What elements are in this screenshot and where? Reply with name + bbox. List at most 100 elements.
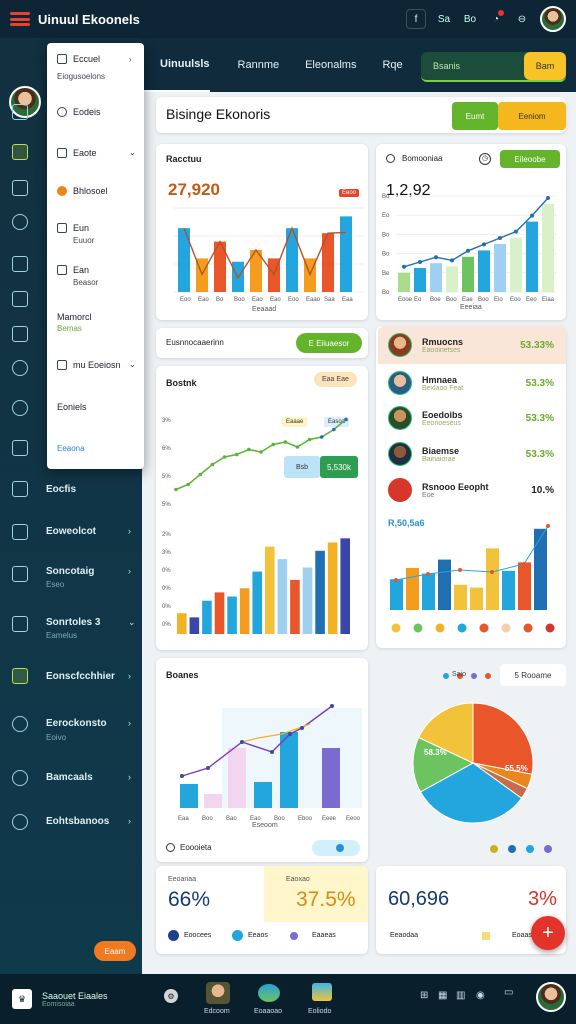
chevron-down-icon[interactable]: ⌄ [129,360,136,369]
dropdown-item-6[interactable]: Ean [57,265,89,275]
tick-label: Bo [216,297,224,303]
user-avatar[interactable] [540,6,566,32]
tab-4[interactable]: Rqe [356,38,402,92]
grid-icon[interactable]: ⊞ [420,990,428,1001]
gear-icon[interactable] [12,104,28,120]
card-button[interactable]: Eileoobe [500,150,560,168]
user-avatar[interactable] [536,982,566,1012]
dropdown-item-1[interactable]: Eccuel [57,54,100,64]
grid-icon[interactable] [12,326,28,342]
sidebar-action-button[interactable]: Eaam [94,941,136,961]
dropdown-item-5[interactable]: Eun [57,223,89,233]
tick-label: Eaao [306,297,321,303]
chevron-right-icon[interactable]: › [128,526,131,536]
tab-cta-button[interactable]: Bam [524,52,566,80]
dropdown-item-7[interactable]: Mamorcl [57,312,92,322]
bottom-bar: ♛ Saaouet Eiaales Eomisoiaa ⚙ Edcoom Eoa… [0,974,576,1024]
folder-icon[interactable] [12,144,28,160]
chevron-right-icon[interactable]: › [128,816,131,826]
person-value: 53.3% [525,448,554,460]
tab-3[interactable]: Eleonalms [279,38,356,92]
sidebar-item-3[interactable]: Soncotaig [46,566,94,577]
sidebar-item-4[interactable]: Sonrtoles 3 [46,617,100,628]
list-item[interactable]: Rmuocns Eaooinetses 53.33% [378,326,566,364]
chevron-right-icon[interactable]: › [128,772,131,782]
avatar [388,442,412,466]
primary-button[interactable]: Eumt [452,102,498,130]
bar [510,237,522,292]
tick-label: Eeoo [346,816,361,822]
card-badge[interactable]: Eaa Eae [314,372,357,387]
dropdown-item-4-label: Bhlosoel [73,186,108,196]
tab-2[interactable]: Rannme [210,38,280,92]
monitor-icon[interactable]: ▭ [504,987,513,998]
bar-icon[interactable]: ▥ [456,990,465,1001]
dropdown-item-9[interactable]: Eoniels [57,402,87,412]
image-icon[interactable] [12,180,28,196]
facebook-icon[interactable]: f [406,9,426,29]
sidebar-item-2[interactable]: Eoweolcot [46,526,96,537]
tab-1[interactable]: Uinuulsls [142,38,210,92]
dropdown-item-1-sub: Eiogusoelons [57,72,106,81]
window-icon[interactable] [12,291,28,307]
bar [462,256,474,292]
chevron-right-icon[interactable]: › [129,55,132,64]
home-icon[interactable] [12,440,28,456]
sidebar-item-5[interactable]: Eonscfcchhier [46,671,115,682]
chevron-down-icon[interactable]: ⌄ [129,148,136,157]
bar [494,244,506,292]
chevron-right-icon[interactable]: › [128,566,131,576]
legend-dot [232,930,243,941]
tick-label: Bao [226,816,237,822]
tab-cta[interactable]: Bsanis Bam [421,52,566,82]
list-item[interactable]: Eoedoibs Eeonoeseus 53.3% [378,399,566,437]
clock-icon[interactable] [12,400,28,416]
bag-icon[interactable] [12,214,28,230]
person-sub: Bainaiorae [422,455,456,463]
dropdown-item-2[interactable]: Eodeis [57,107,101,117]
data-point [210,462,215,467]
globe-icon[interactable] [12,360,28,376]
sidebar-item-6[interactable]: Eerockonsto [46,718,107,729]
language-icon[interactable]: Sa [436,11,452,27]
cloud-icon[interactable] [258,984,280,1002]
bottom-item-label: Edcoom [204,1008,230,1015]
dropdown-link[interactable]: Eeaona [57,444,85,453]
sidebar-item-1[interactable]: Eocfis [46,484,76,495]
circle-icon [386,154,395,163]
card-title: Racctuu [166,154,202,164]
folder-icon[interactable] [312,983,332,1001]
app-icon[interactable]: ♛ [12,989,32,1009]
list-item[interactable]: Biaemse Bainaiorae 53.3% [378,435,566,473]
list-item[interactable]: Hmnaea Bexlaoo Feat 53.3% [378,364,566,402]
list-item[interactable]: Rsnooo Eeopht Eoe 10.% [378,471,566,509]
tick-label: Eao [198,297,209,303]
avatar[interactable] [206,982,230,1004]
circle-icon[interactable]: ◉ [476,990,485,1001]
table-icon[interactable]: ▦ [438,990,447,1001]
sidebar-item-7[interactable]: Bamcaals [46,772,93,783]
dropdown-item-4[interactable]: Bhlosoel [57,186,108,196]
settings-icon[interactable]: Bo [462,11,478,27]
settings-icon[interactable]: ⚙ [164,989,178,1003]
trend-card: Boanes Eaa Boo Bao Eao Boo Eboo Eeee Eeoo Eseoo… [156,658,368,862]
tick-label: 0% [162,622,171,628]
data-point [288,732,292,736]
dropdown-item-3[interactable]: Eaote [57,148,97,158]
chevron-right-icon[interactable]: › [128,671,131,681]
chevron-down-icon[interactable]: ⌄ [128,617,136,628]
data-point [546,196,550,200]
dropdown-item-8[interactable]: mu Eoeiosn [57,360,121,370]
menu-icon[interactable]: ⊖ [514,11,530,27]
chevron-right-icon[interactable]: › [128,718,131,728]
table-icon[interactable] [12,256,28,272]
bottom-item-label: Eoaaoao [254,1008,283,1015]
secondary-button[interactable]: Eeniom [498,102,566,130]
pie-filter[interactable]: 5 Rooame [500,664,566,686]
action-bar-button[interactable]: E Eiiuaesor [296,333,362,353]
x-axis-label: Eseoom [252,822,278,829]
add-button[interactable]: + [531,916,565,950]
sidebar-item-8[interactable]: Eohtsbanoos [46,816,109,827]
clock-icon[interactable]: ◷ [479,153,491,165]
tick-label: 6% [162,446,171,452]
